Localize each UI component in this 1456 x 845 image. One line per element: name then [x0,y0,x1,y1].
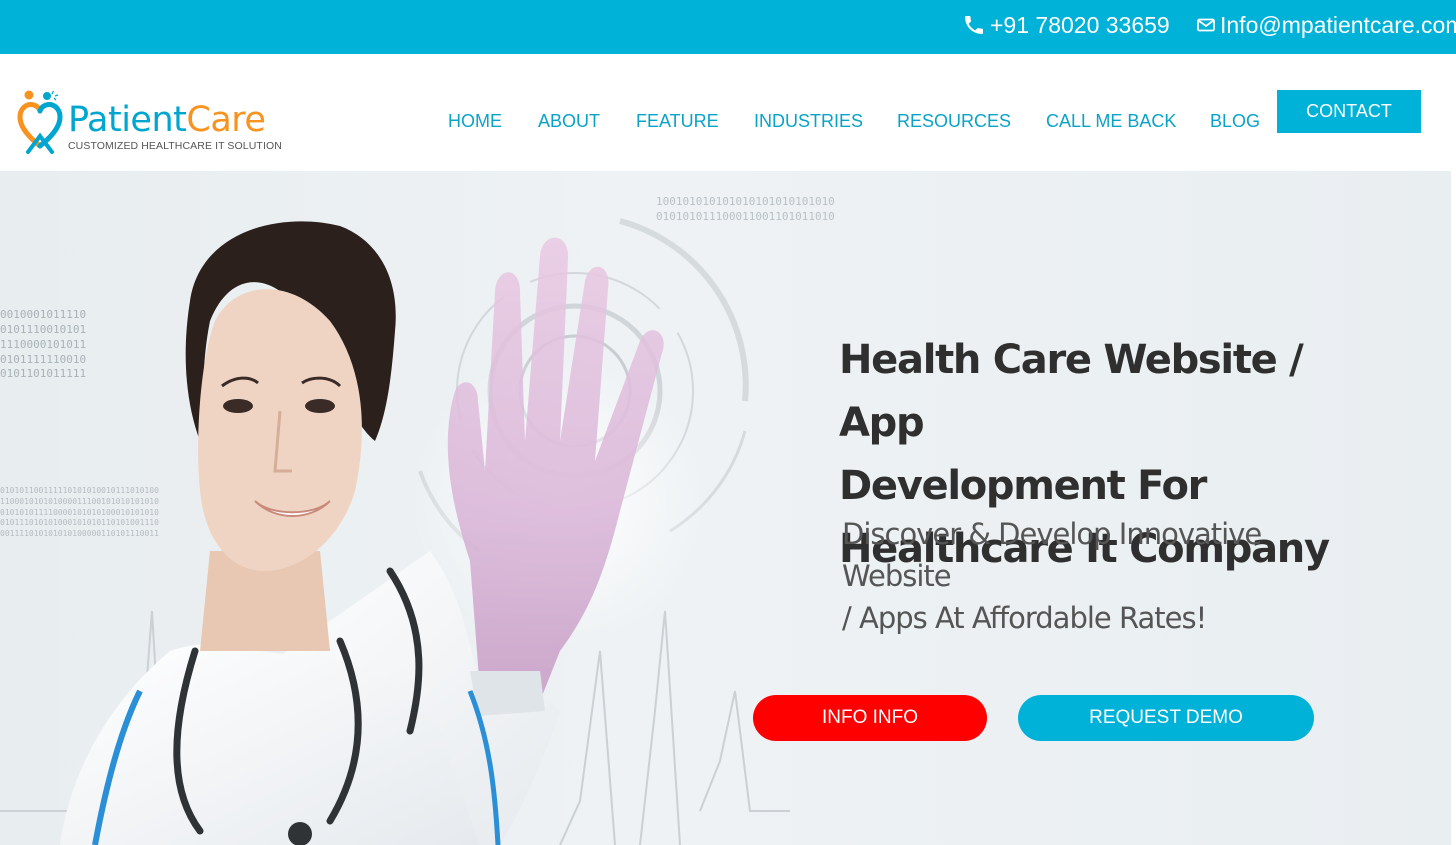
nav-industries[interactable]: INDUSTRIES [754,110,863,132]
page-edge [1451,171,1456,845]
logo-wordmark: PatientCare [68,100,266,140]
patientcare-logo[interactable]: PatientCare CUSTOMIZED HEALTHCARE IT SOL… [16,88,296,158]
contact-button[interactable]: CONTACT [1277,90,1421,133]
nav-resources[interactable]: RESOURCES [897,110,1011,132]
subline-line-1: Discover & Develop Innovative Website [842,517,1262,593]
phone-icon [965,16,983,34]
info-button[interactable]: INFO INFO [753,695,987,741]
heart-people-logo-icon [17,90,63,154]
binary-pattern-left-small: 010101100111110101010010111010100 110001… [0,486,159,539]
binary-pattern-top: 100101010101010101010101010 010101011100… [656,195,835,223]
logo-name-patient: Patient [68,100,187,140]
envelope-icon [1197,18,1215,32]
hero-subheadline: Discover & Develop Innovative Website / … [842,513,1362,639]
nav-about[interactable]: ABOUT [538,110,600,132]
logo-tagline: CUSTOMIZED HEALTHCARE IT SOLUTION [68,140,282,152]
phone-number: +91 78020 33659 [990,12,1170,38]
nav-call-me-back[interactable]: CALL ME BACK [1046,110,1176,132]
top-contact-bar: +91 78020 33659 Info@mpatientcare.com [0,0,1456,54]
binary-pattern-left: 0010001011110 0101110010101 111000010101… [0,308,87,381]
nav-home[interactable]: HOME [448,110,502,132]
hero-banner: 0010001011110 0101110010101 111000010101… [0,171,1451,845]
headline-line-1: Health Care Website / App [839,337,1304,446]
request-demo-button[interactable]: REQUEST DEMO [1018,695,1314,741]
email-contact[interactable]: Info@mpatientcare.com [1196,11,1456,39]
phone-contact[interactable]: +91 78020 33659 [962,11,1170,39]
nav-blog[interactable]: BLOG [1210,110,1260,132]
nav-feature[interactable]: FEATURE [636,110,719,132]
site-header: PatientCare CUSTOMIZED HEALTHCARE IT SOL… [0,54,1456,171]
subline-line-2: / Apps At Affordable Rates! [842,601,1207,635]
headline-line-2: Development For [839,463,1207,509]
email-address: Info@mpatientcare.com [1220,12,1456,38]
logo-name-care: Care [186,100,266,140]
